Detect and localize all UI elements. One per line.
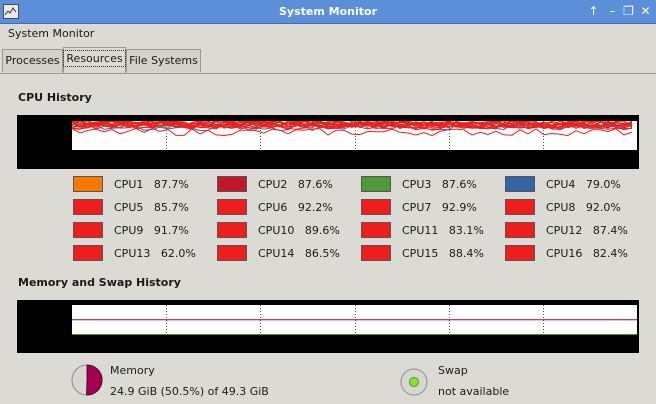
memory-value: 24.9 GiB (50.5%) of 49.3 GiB bbox=[110, 385, 269, 398]
cpu-legend-label: CPU14 86.5% bbox=[258, 247, 340, 260]
tab-file-systems[interactable]: File Systems bbox=[126, 49, 201, 72]
cpu-history-graph bbox=[17, 115, 639, 169]
cpu-plot-area bbox=[71, 120, 637, 150]
swap-pie-icon[interactable] bbox=[399, 367, 429, 397]
resources-panel: CPU History CPU1 87.7% CPU2 87.6% CPU3 87.… bbox=[0, 73, 656, 404]
swap-label: Swap bbox=[438, 364, 468, 377]
cpu-color-swatch[interactable] bbox=[217, 245, 247, 261]
memory-swap-history-title: Memory and Swap History bbox=[18, 276, 181, 289]
tab-processes[interactable]: Processes bbox=[2, 49, 63, 72]
cpu-color-swatch[interactable] bbox=[505, 222, 535, 238]
cpu-legend: CPU1 87.7% CPU2 87.6% CPU3 87.6% CPU4 79.0%… bbox=[73, 176, 643, 266]
tab-processes-label: Processes bbox=[5, 54, 60, 67]
memory-legend-item: Memory 24.9 GiB (50.5%) of 49.3 GiB bbox=[70, 363, 269, 400]
tab-bar: Processes Resources File Systems bbox=[0, 47, 656, 74]
window-title: System Monitor bbox=[279, 5, 377, 18]
memory-label: Memory bbox=[110, 364, 155, 377]
cpu-color-swatch[interactable] bbox=[73, 245, 103, 261]
cpu-history-title: CPU History bbox=[18, 91, 92, 104]
cpu-color-swatch[interactable] bbox=[505, 199, 535, 215]
shade-button[interactable]: ↑ bbox=[586, 3, 601, 19]
cpu-legend-label: CPU15 88.4% bbox=[402, 247, 484, 260]
cpu-legend-label: CPU12 87.4% bbox=[546, 224, 628, 237]
cpu-color-swatch[interactable] bbox=[505, 245, 535, 261]
cpu-color-swatch[interactable] bbox=[361, 245, 391, 261]
cpu-color-swatch[interactable] bbox=[217, 222, 247, 238]
cpu-color-swatch[interactable] bbox=[361, 176, 391, 192]
swap-value: not available bbox=[438, 385, 510, 398]
cpu-color-swatch[interactable] bbox=[361, 199, 391, 215]
tab-resources-label: Resources bbox=[63, 50, 126, 67]
close-button[interactable]: ✕ bbox=[638, 3, 653, 19]
cpu-legend-label: CPU11 83.1% bbox=[402, 224, 484, 237]
cpu-color-swatch[interactable] bbox=[217, 199, 247, 215]
memory-history-chart bbox=[72, 305, 637, 335]
cpu-color-swatch[interactable] bbox=[73, 199, 103, 215]
cpu-legend-label: CPU1 87.7% bbox=[114, 178, 189, 191]
memory-pie-icon[interactable] bbox=[70, 363, 104, 397]
cpu-legend-label: CPU7 92.9% bbox=[402, 201, 477, 214]
cpu-color-swatch[interactable] bbox=[361, 222, 391, 238]
cpu-legend-label: CPU3 87.6% bbox=[402, 178, 477, 191]
cpu-legend-label: CPU4 79.0% bbox=[546, 178, 621, 191]
cpu-history-chart bbox=[71, 120, 633, 150]
minimize-button[interactable]: – bbox=[605, 3, 620, 19]
cpu-series-line bbox=[71, 127, 633, 137]
swap-legend-item: Swap not available bbox=[399, 364, 509, 400]
menu-bar: System Monitor bbox=[0, 24, 656, 44]
cpu-legend-label: CPU2 87.6% bbox=[258, 178, 333, 191]
title-bar: System Monitor ↑ – ❐ ✕ bbox=[0, 0, 656, 24]
cpu-legend-label: CPU16 82.4% bbox=[546, 247, 628, 260]
cpu-color-swatch[interactable] bbox=[217, 176, 247, 192]
tab-file-systems-label: File Systems bbox=[129, 54, 198, 67]
maximize-button[interactable]: ❐ bbox=[621, 3, 636, 19]
cpu-color-swatch[interactable] bbox=[73, 222, 103, 238]
cpu-legend-label: CPU13 62.0% bbox=[114, 247, 196, 260]
tab-resources[interactable]: Resources bbox=[63, 47, 126, 74]
cpu-color-swatch[interactable] bbox=[73, 176, 103, 192]
cpu-legend-label: CPU9 91.7% bbox=[114, 224, 189, 237]
cpu-legend-label: CPU8 92.0% bbox=[546, 201, 621, 214]
cpu-legend-label: CPU10 89.6% bbox=[258, 224, 340, 237]
cpu-legend-label: CPU6 92.2% bbox=[258, 201, 333, 214]
cpu-legend-label: CPU5 85.7% bbox=[114, 201, 189, 214]
cpu-color-swatch[interactable] bbox=[505, 176, 535, 192]
memory-plot-area bbox=[72, 305, 637, 335]
menu-system-monitor[interactable]: System Monitor bbox=[8, 27, 94, 40]
memory-swap-history-graph bbox=[17, 300, 639, 353]
